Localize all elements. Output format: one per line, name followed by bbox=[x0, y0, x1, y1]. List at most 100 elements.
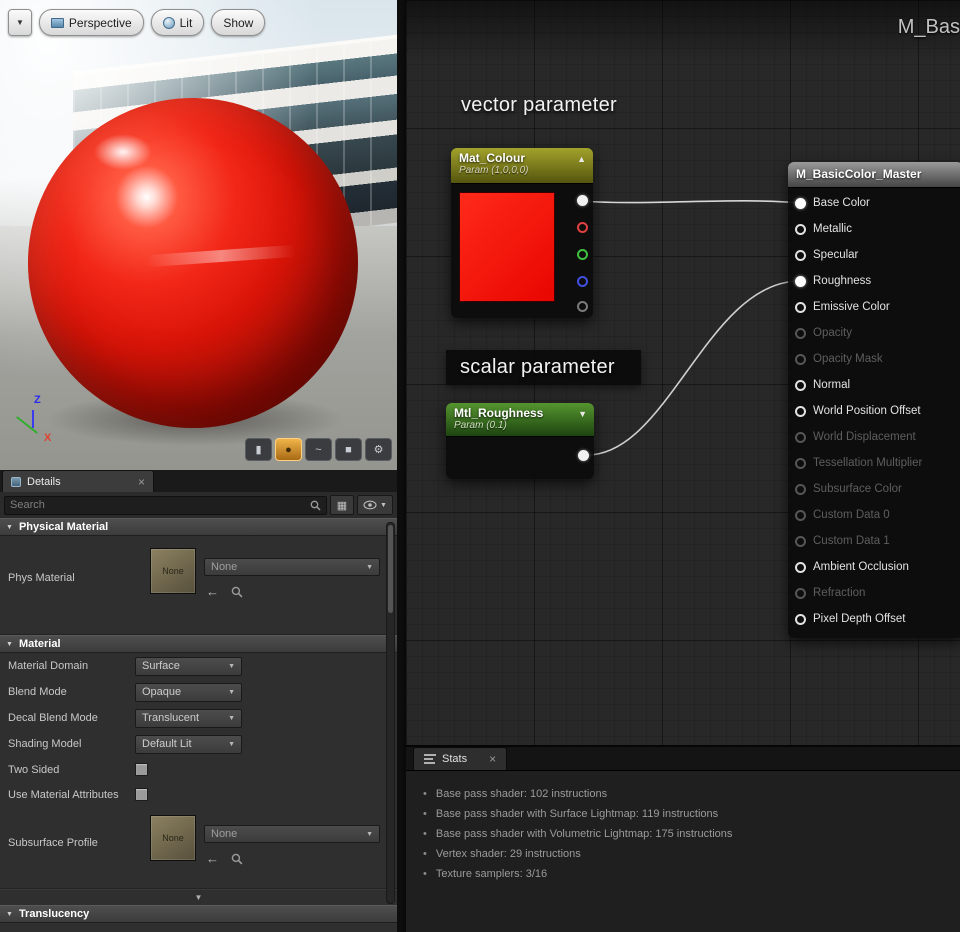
search-box[interactable] bbox=[4, 495, 327, 515]
output-pin-g[interactable] bbox=[577, 249, 588, 260]
master-pin-world-position-offset[interactable]: World Position Offset bbox=[788, 398, 960, 424]
master-pin-emissive-color[interactable]: Emissive Color bbox=[788, 294, 960, 320]
material-domain-dropdown[interactable]: Surface ▼ bbox=[135, 656, 242, 676]
preview-viewport[interactable]: ▼ Perspective Lit Show Z X ▮ ● ~ ■ ⚙ bbox=[0, 0, 397, 470]
pin-icon[interactable] bbox=[795, 509, 806, 521]
stat-text: Base pass shader with Volumetric Lightma… bbox=[435, 828, 733, 840]
phys-material-thumbnail[interactable]: None bbox=[150, 548, 196, 594]
master-pin-custom-data-0[interactable]: Custom Data 0 bbox=[788, 502, 960, 528]
expander-icon[interactable]: ▼ bbox=[6, 911, 13, 918]
two-sided-checkbox[interactable] bbox=[135, 763, 148, 776]
details-search-row: ▦ ▼ bbox=[0, 492, 397, 518]
expander-icon[interactable]: ▼ bbox=[6, 641, 13, 648]
scrollbar-thumb[interactable] bbox=[388, 525, 393, 613]
pin-icon[interactable] bbox=[795, 353, 806, 365]
pin-icon[interactable] bbox=[795, 405, 806, 417]
pin-icon[interactable] bbox=[795, 223, 806, 235]
tab-details[interactable]: Details × bbox=[2, 470, 154, 492]
use-material-attributes-checkbox[interactable] bbox=[135, 788, 148, 801]
asset-tools: ← bbox=[206, 584, 243, 599]
pin-icon[interactable] bbox=[795, 483, 806, 495]
section-translucency[interactable]: ▼ Translucency bbox=[0, 905, 397, 923]
show-advanced-button[interactable]: ▼ bbox=[0, 889, 397, 905]
output-pin-value[interactable] bbox=[578, 450, 589, 461]
axis-x-label: X bbox=[44, 432, 52, 444]
blend-mode-dropdown[interactable]: Opaque ▼ bbox=[135, 682, 242, 702]
close-icon[interactable]: × bbox=[138, 476, 145, 488]
pin-icon[interactable] bbox=[795, 275, 806, 287]
master-pin-opacity-mask[interactable]: Opacity Mask bbox=[788, 346, 960, 372]
master-pin-opacity[interactable]: Opacity bbox=[788, 320, 960, 346]
master-pin-metallic[interactable]: Metallic bbox=[788, 216, 960, 242]
view-options-button[interactable]: ▼ bbox=[357, 495, 393, 515]
pin-icon[interactable] bbox=[795, 561, 806, 573]
use-selected-icon[interactable]: ← bbox=[206, 851, 219, 866]
pin-icon[interactable] bbox=[795, 379, 806, 391]
master-pin-normal[interactable]: Normal bbox=[788, 372, 960, 398]
pin-icon[interactable] bbox=[795, 197, 806, 209]
output-pin-rgba[interactable] bbox=[577, 195, 588, 206]
use-material-attributes-row: Use Material Attributes bbox=[0, 782, 397, 807]
node-header[interactable]: M_BasicColor_Master bbox=[788, 162, 960, 188]
pin-icon[interactable] bbox=[795, 535, 806, 547]
search-input[interactable] bbox=[10, 499, 310, 511]
reflection-streak bbox=[145, 244, 297, 268]
stat-line: • Base pass shader with Surface Lightmap… bbox=[423, 804, 960, 824]
pin-icon[interactable] bbox=[795, 327, 806, 339]
material-graph[interactable]: M_Bas vector parameter scalar parameter … bbox=[403, 0, 960, 745]
master-pin-custom-data-1[interactable]: Custom Data 1 bbox=[788, 528, 960, 554]
preview-mesh-custom-button[interactable]: ⚙ bbox=[365, 438, 392, 461]
pin-icon[interactable] bbox=[795, 431, 806, 443]
pin-icon[interactable] bbox=[795, 613, 806, 625]
color-preview-swatch[interactable] bbox=[459, 192, 555, 302]
subsurface-thumbnail[interactable]: None bbox=[150, 815, 196, 861]
details-scrollbar[interactable] bbox=[386, 522, 395, 904]
node-header[interactable]: Mtl_Roughness Param (0.1) ▼ bbox=[446, 403, 594, 437]
master-pin-ambient-occlusion[interactable]: Ambient Occlusion bbox=[788, 554, 960, 580]
browse-icon[interactable] bbox=[231, 853, 243, 865]
master-pin-world-displacement[interactable]: World Displacement bbox=[788, 424, 960, 450]
master-pin-subsurface-color[interactable]: Subsurface Color bbox=[788, 476, 960, 502]
section-material[interactable]: ▼ Material bbox=[0, 635, 397, 653]
browse-icon[interactable] bbox=[231, 586, 243, 598]
master-pin-tessellation-multiplier[interactable]: Tessellation Multiplier bbox=[788, 450, 960, 476]
output-pin-a[interactable] bbox=[577, 301, 588, 312]
section-physical-material[interactable]: ▼ Physical Material bbox=[0, 518, 397, 536]
preview-mesh-cube-button[interactable]: ■ bbox=[335, 438, 362, 461]
master-pin-refraction[interactable]: Refraction bbox=[788, 580, 960, 606]
preview-mesh-plane-button[interactable]: ~ bbox=[305, 438, 332, 461]
node-mat-colour[interactable]: Mat_Colour Param (1,0,0,0) ▲ bbox=[451, 148, 593, 318]
master-pin-roughness[interactable]: Roughness bbox=[788, 268, 960, 294]
decal-blend-mode-dropdown[interactable]: Translucent ▼ bbox=[135, 708, 242, 728]
master-pin-pixel-depth-offset[interactable]: Pixel Depth Offset bbox=[788, 606, 960, 632]
shading-model-dropdown[interactable]: Default Lit ▼ bbox=[135, 734, 242, 754]
pin-icon[interactable] bbox=[795, 301, 806, 313]
node-mtl-roughness[interactable]: Mtl_Roughness Param (0.1) ▼ bbox=[446, 403, 594, 479]
pin-icon[interactable] bbox=[795, 587, 806, 599]
output-pin-r[interactable] bbox=[577, 222, 588, 233]
close-icon[interactable]: × bbox=[489, 753, 496, 765]
output-pin-b[interactable] bbox=[577, 276, 588, 287]
tab-stats[interactable]: Stats × bbox=[413, 747, 508, 770]
subsurface-dropdown[interactable]: None ▼ bbox=[204, 825, 380, 843]
node-master[interactable]: M_BasicColor_Master Base Color Metallic … bbox=[788, 162, 960, 638]
lit-button[interactable]: Lit bbox=[150, 9, 205, 36]
preview-mesh-sphere-button[interactable]: ● bbox=[275, 438, 302, 461]
property-matrix-button[interactable]: ▦ bbox=[330, 495, 354, 515]
perspective-button[interactable]: Perspective bbox=[38, 9, 144, 36]
master-pin-specular[interactable]: Specular bbox=[788, 242, 960, 268]
thumbnail-label: None bbox=[162, 833, 184, 843]
wire-basecolor[interactable] bbox=[582, 200, 801, 204]
phys-material-dropdown[interactable]: None ▼ bbox=[204, 558, 380, 576]
collapse-icon[interactable]: ▼ bbox=[578, 409, 587, 419]
viewport-options-button[interactable]: ▼ bbox=[8, 9, 32, 36]
node-header[interactable]: Mat_Colour Param (1,0,0,0) ▲ bbox=[451, 148, 593, 184]
collapse-icon[interactable]: ▲ bbox=[577, 154, 586, 164]
use-selected-icon[interactable]: ← bbox=[206, 584, 219, 599]
pin-icon[interactable] bbox=[795, 249, 806, 261]
show-button[interactable]: Show bbox=[211, 9, 266, 36]
master-pin-base-color[interactable]: Base Color bbox=[788, 190, 960, 216]
pin-icon[interactable] bbox=[795, 457, 806, 469]
preview-mesh-cylinder-button[interactable]: ▮ bbox=[245, 438, 272, 461]
expander-icon[interactable]: ▼ bbox=[6, 524, 13, 531]
